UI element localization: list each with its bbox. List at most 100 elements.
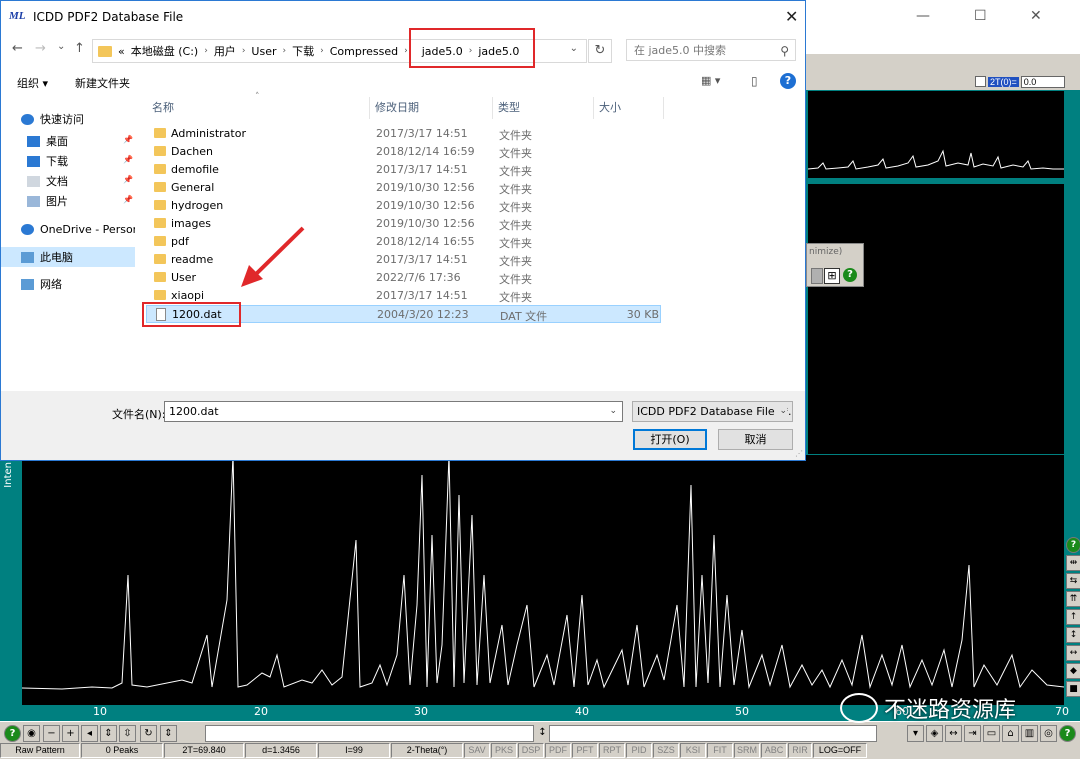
cycle-icon[interactable]: ↻: [140, 725, 157, 742]
file-row[interactable]: demofile 2017/3/17 14:51 文件夹: [146, 161, 661, 179]
secondary-plot[interactable]: [808, 184, 1064, 454]
status-cell[interactable]: PFT: [572, 743, 598, 758]
arrow-up-icon[interactable]: ↑: [1066, 609, 1080, 625]
resize-grip-icon[interactable]: ⋰: [795, 449, 803, 458]
scale-icon[interactable]: ⇳: [119, 725, 136, 742]
help-icon[interactable]: ?: [843, 268, 857, 282]
open-button[interactable]: 打开(O): [633, 429, 707, 450]
peak-icon[interactable]: ⌂: [1002, 725, 1019, 742]
diffraction-pattern-plot[interactable]: [21, 454, 1065, 705]
sidebar-item[interactable]: 此电脑: [1, 247, 135, 267]
sidebar-item[interactable]: 下载 📌: [1, 151, 135, 171]
sidebar-item[interactable]: 快速访问: [1, 109, 135, 129]
cancel-button[interactable]: 取消: [718, 429, 793, 450]
spinner-icon[interactable]: ↕: [535, 725, 550, 740]
status-cell[interactable]: RPT: [599, 743, 625, 758]
tool-button[interactable]: [811, 268, 823, 284]
shift-left-icon[interactable]: ◂: [81, 725, 98, 742]
breadcrumb-users[interactable]: 用户: [214, 43, 236, 59]
expand-vertical-icon[interactable]: ↕: [1066, 627, 1080, 643]
breadcrumb-user[interactable]: User: [251, 45, 276, 58]
search-input[interactable]: 在 jade5.0 中搜索 ⚲: [626, 39, 796, 61]
help-icon[interactable]: ?: [1059, 725, 1076, 742]
status-cell[interactable]: DSP: [518, 743, 544, 758]
filename-input[interactable]: 1200.dat ⌄: [164, 401, 623, 422]
diamond-icon[interactable]: ◆: [1066, 663, 1080, 679]
status-cell[interactable]: PKS: [491, 743, 517, 758]
chevron-down-icon[interactable]: ⌄: [609, 402, 617, 421]
twotheta-checkbox[interactable]: [975, 76, 986, 87]
plus-icon[interactable]: +: [62, 725, 79, 742]
record-icon[interactable]: ◉: [23, 725, 40, 742]
sidebar-item[interactable]: 图片 📌: [1, 191, 135, 211]
sidebar-item[interactable]: 网络: [1, 274, 135, 294]
expand-horizontal-icon[interactable]: ⇹: [1066, 555, 1080, 571]
new-folder-button[interactable]: 新建文件夹: [75, 75, 130, 91]
bar-chart-icon[interactable]: ▥: [1021, 725, 1038, 742]
updown-icon[interactable]: ⇕: [160, 725, 177, 742]
file-row[interactable]: readme 2017/3/17 14:51 文件夹: [146, 251, 661, 269]
dialog-close-button[interactable]: ✕: [785, 7, 798, 26]
up-button[interactable]: ↑: [74, 41, 85, 56]
help-icon[interactable]: ?: [4, 725, 21, 742]
pin-icon[interactable]: 📌: [123, 155, 133, 164]
minimize-button[interactable]: —: [916, 8, 930, 24]
frame-icon[interactable]: ▭: [983, 725, 1000, 742]
organize-menu[interactable]: 组织 ▾: [17, 75, 48, 91]
file-row[interactable]: User 2022/7/6 17:36 文件夹: [146, 269, 661, 287]
file-row[interactable]: Administrator 2017/3/17 14:51 文件夹: [146, 125, 661, 143]
sidebar-item[interactable]: 文档 📌: [1, 171, 135, 191]
help-icon[interactable]: ?: [1066, 537, 1080, 553]
compress-icon[interactable]: ⇆: [1066, 573, 1080, 589]
chevron-down-icon[interactable]: ⌄: [777, 402, 787, 421]
pin-icon[interactable]: 📌: [123, 195, 133, 204]
preview-pane-icon[interactable]: ▯: [751, 74, 758, 88]
column-header-name[interactable]: 名称: [147, 97, 370, 119]
sidebar-item[interactable]: 桌面 📌: [1, 131, 135, 151]
column-header-type[interactable]: 类型: [493, 97, 594, 119]
twotheta-input[interactable]: 0.0: [1020, 75, 1065, 88]
status-cell[interactable]: SRM: [734, 743, 760, 758]
status-cell[interactable]: SZS: [653, 743, 679, 758]
column-header-date[interactable]: 修改日期: [370, 97, 493, 119]
pattern-combo[interactable]: [205, 725, 534, 742]
status-cell[interactable]: PID: [626, 743, 652, 758]
view-options-icon[interactable]: ▦ ▾: [701, 74, 720, 87]
help-icon[interactable]: ?: [780, 73, 796, 89]
breadcrumb-drive[interactable]: 本地磁盘 (C:): [131, 43, 198, 59]
sidebar-item[interactable]: OneDrive - Persona: [1, 219, 135, 239]
stop-icon[interactable]: ■: [1066, 681, 1080, 697]
breadcrumb-compressed[interactable]: Compressed: [330, 45, 398, 58]
grid-icon[interactable]: ⊞: [824, 268, 840, 284]
file-row[interactable]: Dachen 2018/12/14 16:59 文件夹: [146, 143, 661, 161]
minus-icon[interactable]: −: [43, 725, 60, 742]
refresh-button[interactable]: ↻: [588, 39, 612, 63]
overview-plot[interactable]: [807, 91, 1064, 178]
address-dropdown-icon[interactable]: ⌄: [570, 43, 578, 54]
down-icon[interactable]: ▾: [907, 725, 924, 742]
file-row[interactable]: hydrogen 2019/10/30 12:56 文件夹: [146, 197, 661, 215]
status-cell[interactable]: FIT: [707, 743, 733, 758]
status-cell[interactable]: ABC: [761, 743, 787, 758]
back-button[interactable]: ←: [12, 41, 23, 56]
status-cell[interactable]: PDF: [545, 743, 571, 758]
pin-icon[interactable]: 📌: [123, 135, 133, 144]
target-icon[interactable]: ◎: [1040, 725, 1057, 742]
shift-updown-icon[interactable]: ⇕: [100, 725, 117, 742]
breadcrumb-overflow[interactable]: «: [118, 45, 125, 58]
overlay-combo[interactable]: [549, 725, 877, 742]
breadcrumb-downloads[interactable]: 下载: [292, 43, 314, 59]
column-header-size[interactable]: 大小: [594, 97, 664, 119]
filetype-select[interactable]: ICDD PDF2 Database File (*.dat) ⌄: [632, 401, 793, 422]
status-cell[interactable]: RIR: [788, 743, 812, 758]
arrows-lr-icon[interactable]: ↔: [1066, 645, 1080, 661]
file-row[interactable]: images 2019/10/30 12:56 文件夹: [146, 215, 661, 233]
status-cell[interactable]: KSI: [680, 743, 706, 758]
pin-icon[interactable]: 📌: [123, 175, 133, 184]
file-row[interactable]: General 2019/10/30 12:56 文件夹: [146, 179, 661, 197]
forward-button[interactable]: →: [35, 41, 46, 56]
move-icon[interactable]: ↔: [945, 725, 962, 742]
file-row[interactable]: pdf 2018/12/14 16:55 文件夹: [146, 233, 661, 251]
status-cell[interactable]: SAV: [464, 743, 490, 758]
maximize-button[interactable]: ☐: [974, 8, 987, 24]
